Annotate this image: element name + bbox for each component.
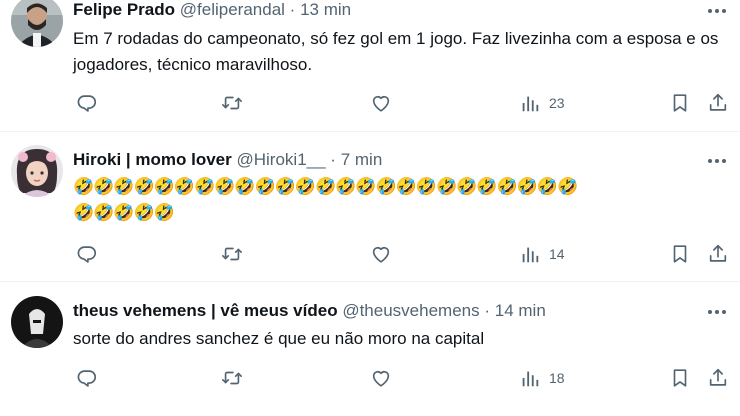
reply-icon [76, 243, 98, 265]
share-icon [707, 243, 729, 265]
retweet-button[interactable] [221, 91, 243, 115]
bookmark-icon [669, 92, 691, 114]
action-bar: 18 [73, 366, 740, 390]
timestamp[interactable]: 14 min [495, 301, 546, 320]
user-handle[interactable]: @Hiroki1__ [236, 150, 325, 169]
avatar[interactable] [11, 0, 63, 47]
like-button[interactable] [370, 91, 392, 115]
heart-icon [370, 243, 392, 265]
views-count: 23 [549, 95, 565, 111]
retweet-button[interactable] [221, 242, 243, 266]
tweet-header: Felipe Prado @feliperandal · 13 min [73, 0, 351, 20]
tweet-header: Hiroki | momo lover @Hiroki1__ · 7 min [73, 150, 382, 170]
bookmark-icon [669, 243, 691, 265]
share-button[interactable] [707, 242, 729, 266]
retweet-icon [221, 243, 243, 265]
avatar[interactable] [11, 145, 63, 197]
retweet-button[interactable] [221, 366, 243, 390]
reply-button[interactable] [76, 366, 98, 390]
separator: · [330, 150, 336, 169]
tweet[interactable]: Hiroki | momo lover @Hiroki1__ · 7 min 🤣… [0, 132, 740, 282]
timestamp[interactable]: 13 min [300, 0, 351, 19]
views-count: 14 [549, 246, 565, 262]
more-icon[interactable] [706, 305, 728, 319]
timestamp[interactable]: 7 min [341, 150, 383, 169]
reply-icon [76, 367, 98, 389]
action-bar: 14 [73, 242, 740, 266]
retweet-icon [221, 367, 243, 389]
views-button[interactable]: 14 [519, 242, 565, 266]
tweet[interactable]: Felipe Prado @feliperandal · 13 min Em 7… [0, 0, 740, 132]
display-name[interactable]: Felipe Prado [73, 0, 175, 19]
tweet-header: theus vehemens | vê meus vídeo @theusveh… [73, 301, 546, 321]
views-button[interactable]: 18 [519, 366, 565, 390]
tweet[interactable]: theus vehemens | vê meus vídeo @theusveh… [0, 282, 740, 416]
heart-icon [370, 92, 392, 114]
display-name[interactable]: Hiroki | momo lover [73, 150, 232, 169]
reply-icon [76, 92, 98, 114]
like-button[interactable] [370, 242, 392, 266]
separator: · [289, 0, 296, 19]
bookmark-button[interactable] [669, 242, 691, 266]
views-count: 18 [549, 370, 565, 386]
tweet-emoji-line: 🤣🤣🤣🤣🤣🤣🤣🤣🤣🤣🤣🤣🤣🤣🤣🤣🤣🤣🤣🤣🤣🤣🤣🤣🤣 [73, 177, 578, 196]
tweet-text: sorte do andres sanchez é que eu não mor… [73, 329, 485, 348]
user-handle[interactable]: @theusvehemens [342, 301, 479, 320]
user-handle[interactable]: @feliperandal [180, 0, 285, 19]
views-button[interactable]: 23 [519, 91, 565, 115]
tweet-text: Em 7 rodadas do campeonato, só fez gol e… [73, 29, 719, 74]
like-button[interactable] [370, 366, 392, 390]
more-icon[interactable] [706, 4, 728, 18]
bookmark-icon [669, 367, 691, 389]
action-bar: 23 [73, 91, 740, 115]
views-icon [519, 243, 541, 265]
bookmark-button[interactable] [669, 91, 691, 115]
tweet-emoji-line: 🤣🤣🤣🤣🤣 [73, 203, 175, 222]
more-icon[interactable] [706, 154, 728, 168]
views-icon [519, 92, 541, 114]
reply-button[interactable] [76, 242, 98, 266]
display-name[interactable]: theus vehemens | vê meus vídeo [73, 301, 338, 320]
reply-button[interactable] [76, 91, 98, 115]
bookmark-button[interactable] [669, 366, 691, 390]
share-button[interactable] [707, 91, 729, 115]
share-icon [707, 92, 729, 114]
share-icon [707, 367, 729, 389]
avatar[interactable] [11, 296, 63, 348]
views-icon [519, 367, 541, 389]
heart-icon [370, 367, 392, 389]
retweet-icon [221, 92, 243, 114]
separator: · [484, 301, 491, 320]
share-button[interactable] [707, 366, 729, 390]
